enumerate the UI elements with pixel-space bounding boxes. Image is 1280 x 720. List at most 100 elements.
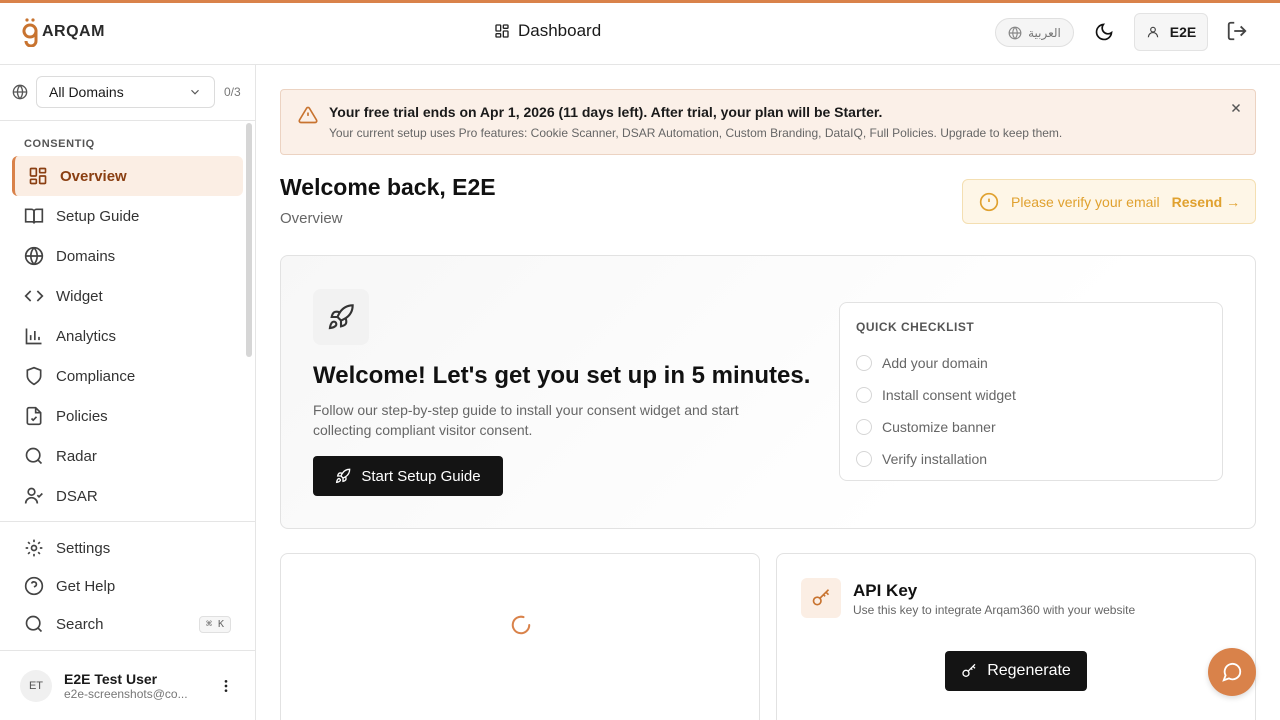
search-icon (25, 615, 43, 633)
avatar: ET (20, 670, 52, 702)
sidebar-divider (0, 521, 255, 522)
language-switch-button[interactable]: العربية (995, 18, 1074, 47)
checklist-item-label: Install consent widget (882, 387, 1016, 403)
bar-chart-icon (25, 328, 42, 345)
checklist-item[interactable]: Install consent widget (856, 379, 1016, 411)
api-key-subtitle: Use this key to integrate Arqam360 with … (853, 603, 1136, 617)
sidebar-item-radar[interactable]: Radar (12, 436, 243, 476)
sidebar-item-label: Widget (56, 287, 103, 305)
unchecked-circle-icon (856, 451, 872, 467)
welcome-subtitle: Overview (280, 210, 343, 227)
globe-icon (1008, 26, 1022, 39)
warning-icon (298, 106, 318, 124)
sidebar-item-compliance[interactable]: Compliance (12, 356, 243, 396)
app-logo[interactable]: ARQAM (22, 16, 105, 48)
user-name: E2E Test User (64, 671, 158, 687)
sidebar-item-label: Domains (56, 247, 116, 265)
user-menu-button[interactable]: E2E (1134, 13, 1208, 51)
search-icon (25, 447, 43, 465)
loading-card (280, 553, 760, 720)
help-circle-icon (24, 576, 44, 596)
trial-banner-subtitle: Your current setup uses Pro features: Co… (329, 126, 1063, 140)
sidebar-section-label: CONSENTIQ (24, 138, 95, 150)
alert-circle-icon (979, 192, 999, 211)
user-options-button[interactable] (216, 676, 236, 696)
language-label: العربية (1028, 25, 1061, 40)
checklist-item-label: Verify installation (882, 451, 988, 467)
book-icon (24, 208, 44, 224)
rocket-icon (328, 304, 354, 330)
sidebar-item-analytics[interactable]: Analytics (12, 316, 243, 356)
domain-select[interactable]: All Domains (36, 76, 215, 108)
rocket-icon (336, 468, 351, 484)
sidebar-item-label: Get Help (56, 577, 116, 595)
sidebar-item-label: DSAR (56, 487, 98, 505)
checklist-items: Add your domain Install consent widget C… (856, 347, 1016, 475)
globe-icon (12, 84, 28, 100)
user-email: e2e-screenshots@co... (64, 687, 188, 701)
sidebar: All Domains 0/3 CONSENTIQ Overview Setup… (0, 65, 256, 720)
regenerate-label: Regenerate (987, 662, 1071, 679)
checklist-item-label: Customize banner (882, 419, 996, 435)
logout-icon (1227, 21, 1247, 41)
rocket-tile (313, 289, 369, 345)
chat-button[interactable] (1208, 648, 1256, 696)
user-profile-card[interactable]: ET E2E Test User e2e-screenshots@co... (20, 668, 236, 704)
verify-email-text: Please verify your email (1011, 193, 1160, 210)
sidebar-item-policies[interactable]: Policies (12, 396, 243, 436)
sidebar-item-search[interactable]: Search ⌘ K (12, 605, 243, 643)
sidebar-item-domains[interactable]: Domains (12, 236, 243, 276)
key-icon (812, 589, 830, 606)
sidebar-nav: Overview Setup Guide Domains Widget Anal… (12, 156, 243, 516)
sidebar-bottom-nav: Settings Get Help Search ⌘ K (12, 529, 243, 643)
logout-button[interactable] (1226, 20, 1250, 44)
sidebar-item-widget[interactable]: Widget (12, 276, 243, 316)
loading-spinner-icon (511, 615, 531, 635)
user-icon (1147, 26, 1159, 38)
logo-mark-icon (22, 18, 38, 47)
sidebar-item-label: Overview (60, 167, 127, 185)
page-title-text: Dashboard (518, 21, 602, 40)
page-title: Dashboard (494, 21, 601, 41)
start-setup-guide-button[interactable]: Start Setup Guide (313, 456, 503, 496)
theme-toggle-button[interactable] (1092, 20, 1116, 44)
user-check-icon (24, 487, 43, 504)
api-key-card: API Key Use this key to integrate Arqam3… (776, 553, 1256, 720)
more-vertical-icon (224, 680, 228, 692)
sidebar-scrollbar[interactable] (246, 123, 252, 357)
user-info: E2E Test User e2e-screenshots@co... (64, 671, 204, 701)
sidebar-item-settings[interactable]: Settings (12, 529, 243, 567)
api-key-title: API Key (853, 581, 918, 600)
sidebar-item-get-help[interactable]: Get Help (12, 567, 243, 605)
setup-description: Follow our step-by-step guide to install… (313, 402, 739, 438)
domain-count: 0/3 (224, 85, 241, 99)
sidebar-item-dsar[interactable]: DSAR (12, 476, 243, 516)
domain-selector-row: All Domains 0/3 (0, 65, 255, 121)
shield-icon (26, 366, 42, 386)
trial-banner-title: Your free trial ends on Apr 1, 2026 (11 … (329, 104, 883, 120)
unchecked-circle-icon (856, 419, 872, 435)
regenerate-button[interactable]: Regenerate (945, 651, 1087, 691)
globe-icon (24, 246, 44, 266)
setup-heading: Welcome! Let's get you set up in 5 minut… (313, 362, 811, 389)
keyboard-shortcut-badge: ⌘ K (198, 615, 231, 633)
key-tile (801, 578, 841, 618)
close-icon[interactable] (1229, 101, 1243, 115)
sidebar-item-label: Policies (56, 407, 108, 425)
sidebar-item-setup-guide[interactable]: Setup Guide (12, 196, 243, 236)
sidebar-item-overview[interactable]: Overview (12, 156, 243, 196)
trial-banner: Your free trial ends on Apr 1, 2026 (11 … (280, 89, 1256, 155)
setup-card: Welcome! Let's get you set up in 5 minut… (280, 255, 1256, 529)
checklist-item[interactable]: Verify installation (856, 443, 1016, 475)
checklist-item-label: Add your domain (882, 355, 988, 371)
chat-bubble-icon (1222, 662, 1242, 682)
checklist-item[interactable]: Customize banner (856, 411, 1016, 443)
checklist-item[interactable]: Add your domain (856, 347, 1016, 379)
unchecked-circle-icon (856, 387, 872, 403)
unchecked-circle-icon (856, 355, 872, 371)
start-setup-guide-label: Start Setup Guide (361, 467, 481, 485)
sidebar-item-label: Search (56, 615, 104, 633)
moon-icon (1095, 23, 1113, 41)
resend-link[interactable]: Resend → (1172, 194, 1240, 210)
checklist-title: QUICK CHECKLIST (856, 320, 975, 334)
